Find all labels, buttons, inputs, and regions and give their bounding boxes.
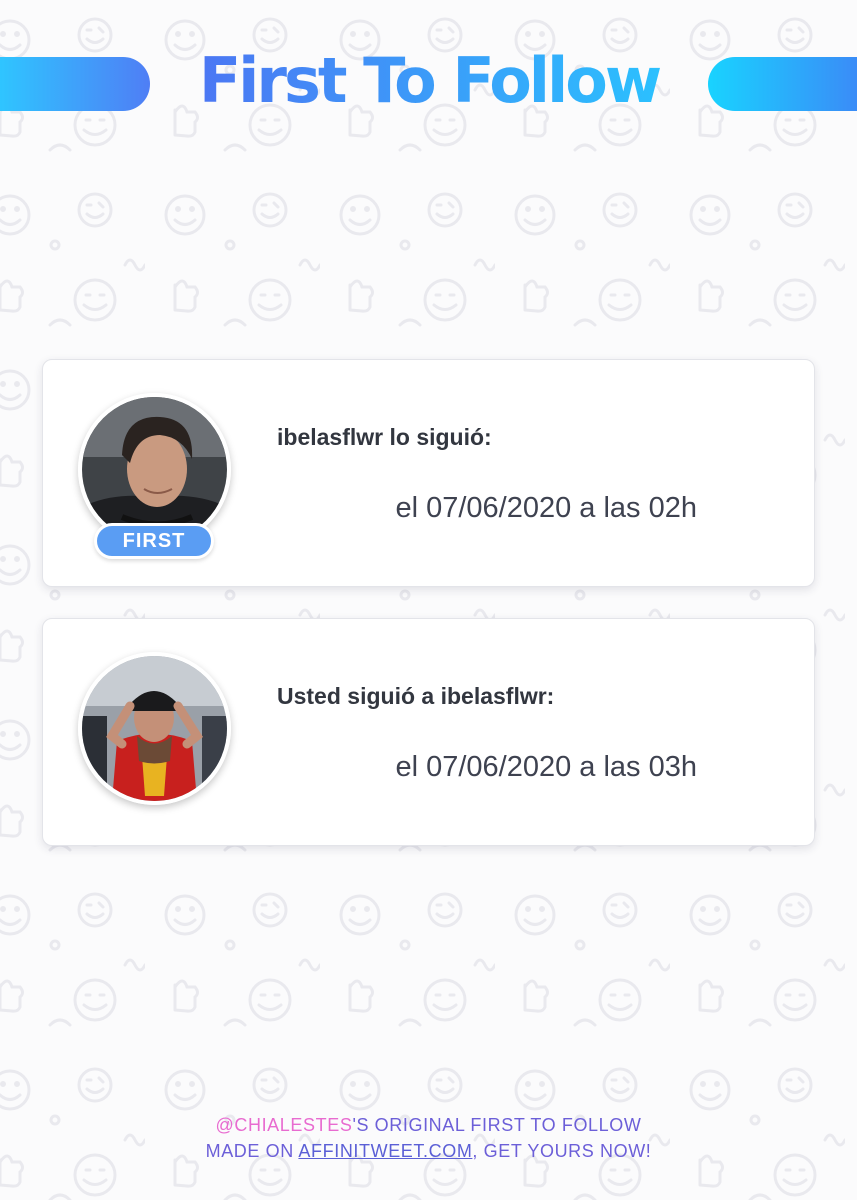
footer-handle[interactable]: @CHIALESTES <box>216 1115 353 1135</box>
footer-line-1-text: 'S ORIGINAL FIRST TO FOLLOW <box>352 1115 642 1135</box>
footer-line-2-suffix: , GET YOURS NOW! <box>472 1141 652 1161</box>
follow-date: el 07/06/2020 a las 03h <box>395 751 697 783</box>
follow-card-first: FIRST ibelasflwr lo siguió: el 07/06/202… <box>42 359 815 587</box>
footer-line-1: @CHIALESTES'S ORIGINAL FIRST TO FOLLOW <box>0 1112 857 1138</box>
follow-label: ibelasflwr lo siguió: <box>277 424 492 450</box>
header-accent-bar-left <box>0 57 150 111</box>
page-title: First To Follow <box>150 44 708 117</box>
avatar-user <box>78 652 231 805</box>
affinitweet-link[interactable]: AFFINITWEET.COM <box>298 1141 472 1161</box>
footer-credit: @CHIALESTES'S ORIGINAL FIRST TO FOLLOW M… <box>0 1112 857 1164</box>
follow-label: Usted siguió a ibelasflwr: <box>277 683 555 709</box>
footer-line-2: MADE ON AFFINITWEET.COM, GET YOURS NOW! <box>0 1138 857 1164</box>
emoji-background-pattern <box>0 0 857 1200</box>
footer-line-2-prefix: MADE ON <box>205 1141 299 1161</box>
header-accent-bar-right <box>708 57 857 111</box>
first-badge: FIRST <box>94 523 214 559</box>
follow-card-second: Usted siguió a ibelasflwr: el 07/06/2020… <box>42 618 815 846</box>
follow-date: el 07/06/2020 a las 02h <box>395 492 697 524</box>
